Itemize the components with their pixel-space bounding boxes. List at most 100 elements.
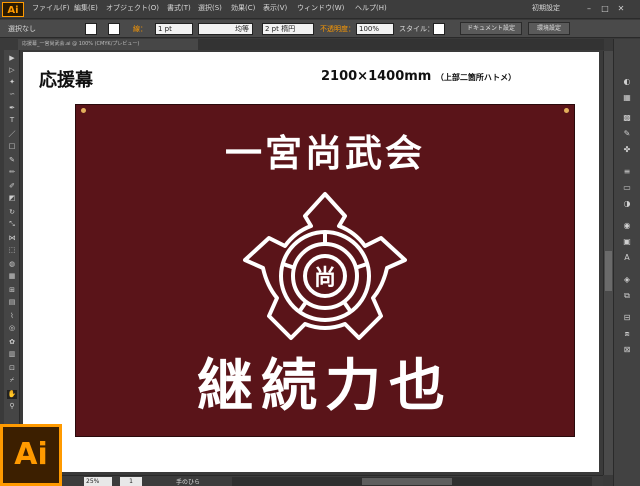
close-icon[interactable]: ✕	[614, 3, 628, 15]
brush-definition[interactable]: 2 pt 楕円	[262, 23, 314, 35]
tools-panel: ▶ ▷ ✦ ∽ ✒ T ／ □ ✎ ✏ ✐ ◩ ↻ ⤡ ⋈ ⬚ ◍ ▦ ⊞ ▤ …	[4, 50, 20, 430]
direct-selection-tool-icon[interactable]: ▷	[7, 66, 17, 75]
gradient-tool-icon[interactable]: ▤	[7, 298, 17, 307]
menu-object[interactable]: オブジェクト(O)	[106, 3, 159, 13]
stroke-swatch[interactable]	[108, 23, 120, 35]
document-tab[interactable]: 応援幕_一宮尚武会.ai @ 100% (CMYK/プレビュー)	[18, 39, 198, 50]
hand-tool-icon[interactable]: ✋	[7, 390, 17, 399]
opacity-field[interactable]: 100%	[356, 23, 394, 35]
blob-brush-tool-icon[interactable]: ✐	[7, 182, 17, 191]
page-heading: 応援幕	[39, 70, 93, 91]
align-panel-icon[interactable]: ⊟	[621, 313, 633, 323]
illustrator-window: Ai ファイル(F) 編集(E) オブジェクト(O) 書式(T) 選択(S) 効…	[0, 0, 640, 486]
shape-builder-tool-icon[interactable]: ◍	[7, 260, 17, 269]
menu-bar: Ai ファイル(F) 編集(E) オブジェクト(O) 書式(T) 選択(S) 効…	[0, 0, 640, 19]
magic-wand-tool-icon[interactable]: ✦	[7, 78, 17, 87]
color-panel-icon[interactable]: ◐	[621, 77, 633, 87]
graphic-styles-panel-icon[interactable]: ▣	[621, 237, 633, 247]
graphic-style-swatch[interactable]	[433, 23, 445, 35]
stroke-label[interactable]: 線：	[133, 24, 147, 34]
selection-tool-icon[interactable]: ▶	[7, 54, 17, 63]
menu-help[interactable]: ヘルプ(H)	[355, 3, 387, 13]
menu-select[interactable]: 選択(S)	[198, 3, 222, 13]
artboards-panel-icon[interactable]: ⧉	[621, 291, 633, 301]
document-tab-bar: 応援幕_一宮尚武会.ai @ 100% (CMYK/プレビュー)	[18, 39, 604, 50]
symbol-sprayer-tool-icon[interactable]: ✿	[7, 338, 17, 347]
swatches-panel-icon[interactable]: ▩	[621, 113, 633, 123]
illustrator-badge-icon: Ai	[0, 424, 62, 486]
opacity-label[interactable]: 不透明度：	[320, 24, 355, 34]
maximize-icon[interactable]: □	[598, 3, 612, 15]
size-value: 2100×1400mm	[321, 69, 432, 84]
color-guide-icon[interactable]: ▦	[621, 93, 633, 103]
pen-tool-icon[interactable]: ✒	[7, 104, 17, 113]
slice-tool-icon[interactable]: ⌿	[7, 376, 17, 385]
horizontal-scrollbar[interactable]	[232, 477, 592, 486]
pencil-tool-icon[interactable]: ✏	[7, 168, 17, 177]
stroke-panel-icon[interactable]: ≡	[621, 167, 633, 177]
document-setup-button[interactable]: ドキュメント設定	[460, 22, 522, 35]
layers-panel-icon[interactable]: ◈	[621, 275, 633, 285]
status-bar: 25% 1 手のひら	[62, 475, 603, 486]
free-transform-tool-icon[interactable]: ⬚	[7, 246, 17, 255]
canvas[interactable]: 応援幕 2100×1400mm （上部二箇所ハトメ） 一宮尚武会 尚 継続力也	[22, 51, 603, 475]
control-bar: 選択なし 線： 1 pt 均等 2 pt 楕円 不透明度： 100% スタイル：…	[0, 20, 640, 38]
minimize-icon[interactable]: –	[582, 3, 596, 15]
eraser-tool-icon[interactable]: ◩	[7, 194, 17, 203]
type-tool-icon[interactable]: T	[7, 116, 17, 125]
selection-status: 選択なし	[8, 25, 36, 33]
vertical-scroll-thumb[interactable]	[605, 251, 612, 291]
panel-dock: ◐ ▦ ▩ ✎ ✤ ≡ ▭ ◑ ◉ ▣ A ◈ ⧉ ⊟ ⧈ ⊠	[613, 39, 640, 486]
preferences-button[interactable]: 環境設定	[528, 22, 570, 35]
banner-slogan: 継続力也	[197, 353, 453, 419]
line-tool-icon[interactable]: ／	[7, 130, 17, 139]
pathfinder-panel-icon[interactable]: ⧈	[621, 329, 633, 339]
perspective-grid-tool-icon[interactable]: ▦	[7, 272, 17, 281]
transparency-panel-icon[interactable]: ◑	[621, 199, 633, 209]
menu-type[interactable]: 書式(T)	[167, 3, 191, 13]
appearance-panel-icon[interactable]: ◉	[621, 221, 633, 231]
illustrator-logo-icon: Ai	[2, 2, 24, 17]
grommet-right	[564, 108, 569, 113]
size-label: 2100×1400mm （上部二箇所ハトメ）	[321, 69, 516, 84]
grommet-left	[81, 108, 86, 113]
menu-file[interactable]: ファイル(F)	[32, 3, 70, 13]
menu-effect[interactable]: 効果(C)	[231, 3, 255, 13]
zoom-level-field[interactable]: 25%	[84, 477, 112, 486]
artboard-navigator[interactable]: 1	[120, 477, 142, 486]
size-note: （上部二箇所ハトメ）	[435, 73, 517, 82]
scale-tool-icon[interactable]: ⤡	[7, 220, 17, 229]
menu-window[interactable]: ウィンドウ(W)	[297, 3, 344, 13]
transform-panel-icon[interactable]: ⊠	[621, 345, 633, 355]
variable-width-profile[interactable]: 均等	[198, 23, 253, 35]
cheering-banner[interactable]: 一宮尚武会 尚 継続力也	[75, 104, 575, 437]
fill-swatch[interactable]	[85, 23, 97, 35]
gradient-panel-icon[interactable]: ▭	[621, 183, 633, 193]
symbols-panel-icon[interactable]: ✤	[621, 145, 633, 155]
rectangle-tool-icon[interactable]: □	[7, 142, 17, 151]
brushes-panel-icon[interactable]: ✎	[621, 129, 633, 139]
eyedropper-tool-icon[interactable]: ⌇	[7, 312, 17, 321]
emblem-logo: 尚	[243, 192, 407, 340]
workspace-switcher[interactable]: 初期設定	[532, 3, 576, 15]
artboard-tool-icon[interactable]: ⊡	[7, 364, 17, 373]
menu-edit[interactable]: 編集(E)	[74, 3, 98, 13]
stroke-weight-field[interactable]: 1 pt	[155, 23, 193, 35]
paintbrush-tool-icon[interactable]: ✎	[7, 156, 17, 165]
blend-tool-icon[interactable]: ◎	[7, 324, 17, 333]
menu-view[interactable]: 表示(V)	[263, 3, 287, 13]
style-label: スタイル：	[399, 25, 434, 33]
rotate-tool-icon[interactable]: ↻	[7, 208, 17, 217]
banner-org-name: 一宮尚武会	[225, 131, 425, 175]
horizontal-scroll-thumb[interactable]	[362, 478, 452, 485]
zoom-tool-icon[interactable]: ⚲	[7, 402, 17, 411]
artboard[interactable]: 応援幕 2100×1400mm （上部二箇所ハトメ） 一宮尚武会 尚 継続力也	[23, 52, 599, 472]
character-panel-icon[interactable]: A	[621, 253, 633, 263]
width-tool-icon[interactable]: ⋈	[7, 234, 17, 243]
emblem-char: 尚	[314, 265, 336, 291]
graph-tool-icon[interactable]: ▥	[7, 350, 17, 359]
current-tool-status: 手のひら	[176, 479, 201, 486]
vertical-scrollbar[interactable]	[603, 51, 613, 475]
lasso-tool-icon[interactable]: ∽	[7, 90, 17, 99]
mesh-tool-icon[interactable]: ⊞	[7, 286, 17, 295]
